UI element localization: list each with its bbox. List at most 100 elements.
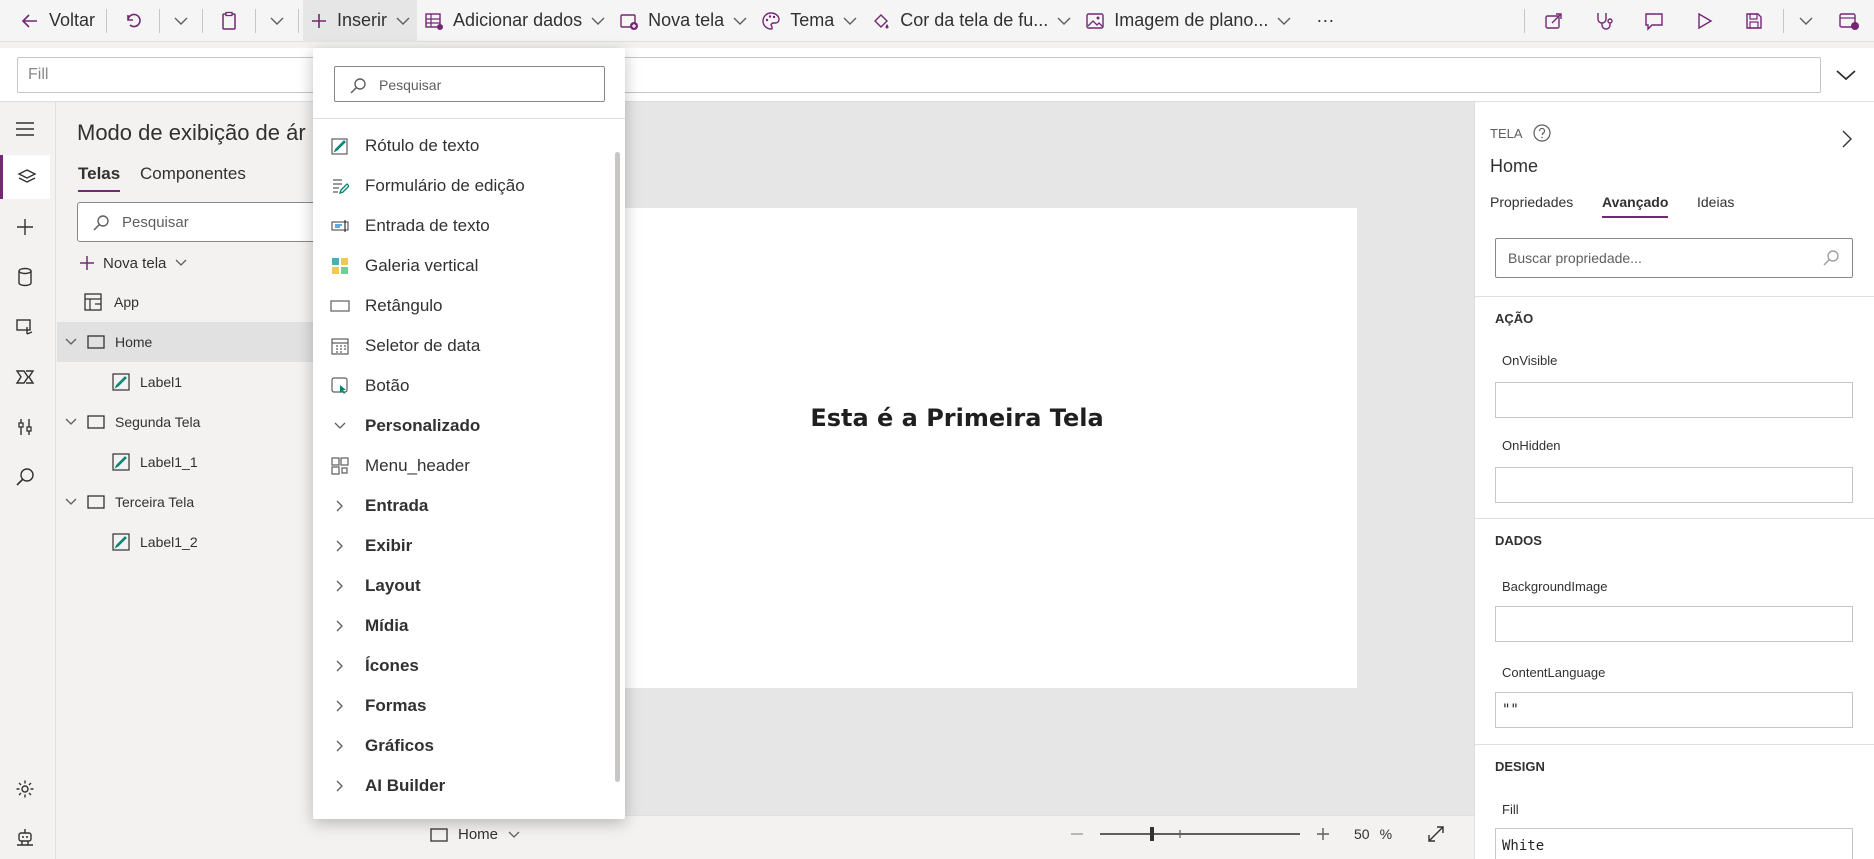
background-image-button[interactable]: Imagem de plano... (1078, 0, 1298, 42)
database-icon (15, 267, 35, 287)
text-label-icon (329, 137, 351, 155)
zoom-out-button[interactable] (1070, 827, 1084, 841)
zoom-in-button[interactable] (1316, 827, 1330, 841)
publish-button[interactable] (1824, 0, 1874, 42)
undo-button[interactable] (111, 0, 155, 42)
collapse-panel-button[interactable] (1842, 130, 1852, 148)
category-input[interactable]: Entrada (329, 486, 609, 526)
prop-label-backgroundimage: BackgroundImage (1502, 579, 1608, 594)
insert-search-input[interactable]: Pesquisar (334, 66, 605, 102)
category-charts[interactable]: Gráficos (329, 726, 609, 766)
database-table-icon (424, 11, 444, 31)
chevron-down-icon (396, 16, 410, 26)
app-checker-button[interactable] (1579, 0, 1629, 42)
insert-button[interactable]: Botão (329, 366, 609, 406)
save-icon (1744, 11, 1764, 31)
category-icons[interactable]: Ícones (329, 646, 609, 686)
backgroundimage-field[interactable] (1495, 606, 1853, 642)
canvas-label[interactable]: Esta é a Primeira Tela (557, 404, 1357, 432)
tree-view-button[interactable] (0, 155, 50, 199)
search-rail-button[interactable] (0, 455, 50, 499)
publish-icon (1838, 11, 1860, 31)
media-icon (15, 317, 35, 337)
category-ai-builder[interactable]: AI Builder (329, 766, 609, 806)
fill-field[interactable]: White (1495, 828, 1853, 859)
save-button[interactable] (1729, 0, 1779, 42)
chevron-down-icon (1277, 16, 1291, 26)
tab-components[interactable]: Componentes (140, 164, 246, 190)
back-button[interactable]: Voltar (0, 0, 102, 42)
power-automate-rail-button[interactable] (0, 355, 50, 399)
save-dropdown[interactable] (1788, 0, 1824, 42)
undo-dropdown[interactable] (164, 0, 198, 42)
menu-button[interactable] (0, 107, 50, 151)
add-data-button[interactable]: Adicionar dados (417, 0, 612, 42)
control-name: Home (1490, 156, 1539, 176)
paste-button[interactable] (207, 0, 251, 42)
new-screen-button[interactable]: Nova tela (79, 248, 187, 278)
onhidden-field[interactable] (1495, 467, 1853, 503)
background-color-button[interactable]: Cor da tela de fu... (864, 0, 1078, 42)
arrow-left-icon (20, 11, 40, 31)
category-media[interactable]: Mídia (329, 606, 609, 646)
insert-text-label[interactable]: Rótulo de texto (329, 126, 609, 166)
property-selector[interactable]: Fill (17, 57, 1821, 93)
settings-rail-button[interactable] (0, 767, 50, 811)
tab-ideas[interactable]: Ideias (1697, 194, 1734, 216)
tab-screens[interactable]: Telas (78, 164, 121, 192)
contentlanguage-field[interactable]: "" (1495, 692, 1853, 728)
search-icon (1822, 249, 1840, 267)
insert-date-picker[interactable]: Seletor de data (329, 326, 609, 366)
advanced-tools-rail-button[interactable] (0, 405, 50, 449)
gear-icon (15, 779, 35, 799)
virtual-agent-rail-button[interactable] (0, 815, 50, 859)
preview-button[interactable] (1679, 0, 1729, 42)
media-rail-button[interactable] (0, 305, 50, 349)
property-search-input[interactable]: Buscar propriedade... (1495, 238, 1853, 278)
chevron-down-icon (591, 16, 605, 26)
more-commands-button[interactable]: ··· (1298, 0, 1352, 42)
screen-selector[interactable]: Home (430, 826, 520, 843)
new-screen-icon (619, 11, 639, 31)
share-button[interactable] (1529, 0, 1579, 42)
category-custom[interactable]: Personalizado (329, 406, 609, 446)
category-layout[interactable]: Layout (329, 566, 609, 606)
rectangle-icon (329, 299, 351, 313)
insert-menu-header[interactable]: Menu_header (329, 446, 609, 486)
category-shapes[interactable]: Formas (329, 686, 609, 726)
insert-rectangle[interactable]: Retângulo (329, 286, 609, 326)
insert-rail-button[interactable] (0, 205, 50, 249)
chevron-right-icon (329, 660, 351, 672)
insert-text-input[interactable]: Entrada de texto (329, 206, 609, 246)
prop-label-fill: Fill (1502, 802, 1519, 817)
tab-properties[interactable]: Propriedades (1490, 194, 1573, 216)
zoom-slider-thumb (1150, 827, 1154, 841)
insert-button[interactable]: Inserir (303, 0, 418, 42)
zoom-slider[interactable] (1100, 824, 1300, 844)
flyout-scrollbar[interactable] (615, 152, 620, 782)
app-icon (84, 293, 102, 311)
prop-label-onhidden: OnHidden (1502, 438, 1561, 453)
button-icon (329, 377, 351, 395)
fit-to-window-button[interactable] (1426, 824, 1446, 844)
paste-dropdown[interactable] (260, 0, 294, 42)
onvisible-field[interactable] (1495, 382, 1853, 418)
theme-button[interactable]: Tema (754, 0, 864, 42)
chevron-down-icon (733, 16, 747, 26)
data-rail-button[interactable] (0, 255, 50, 299)
control-type-label: TELA (1490, 125, 1523, 141)
tab-advanced[interactable]: Avançado (1602, 194, 1669, 218)
screen-icon (430, 827, 448, 842)
category-display[interactable]: Exibir (329, 526, 609, 566)
formula-bar: Fill (0, 48, 1874, 102)
chevron-down-icon (1799, 16, 1813, 26)
insert-vertical-gallery[interactable]: Galeria vertical (329, 246, 609, 286)
expand-formula-button[interactable] (1830, 60, 1862, 90)
comments-button[interactable] (1629, 0, 1679, 42)
screen-canvas[interactable]: Esta é a Primeira Tela (557, 208, 1357, 688)
chevron-right-icon (329, 540, 351, 552)
insert-edit-form[interactable]: Formulário de edição (329, 166, 609, 206)
help-icon[interactable] (1532, 124, 1551, 142)
new-screen-button[interactable]: Nova tela (612, 0, 754, 42)
calendar-icon (329, 337, 351, 355)
